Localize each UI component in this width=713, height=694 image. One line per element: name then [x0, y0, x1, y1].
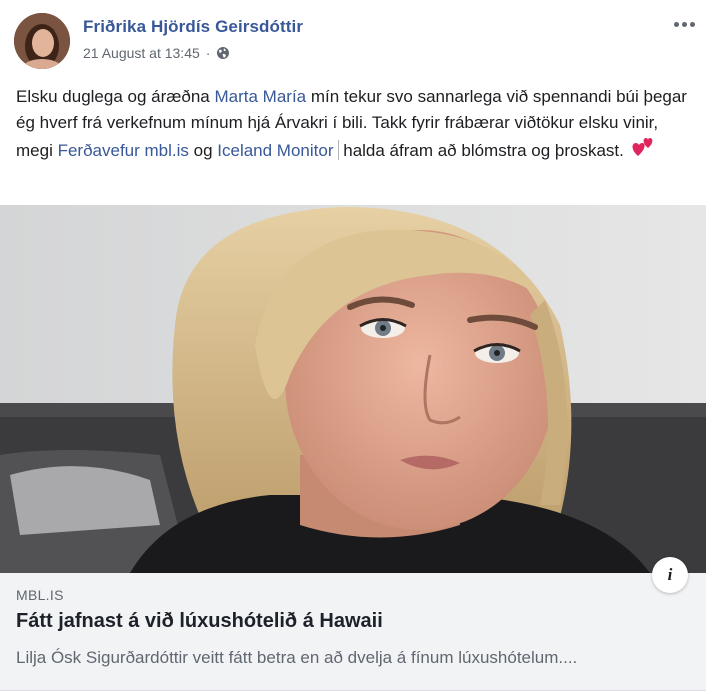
- more-options-button[interactable]: [668, 12, 700, 36]
- post-timestamp[interactable]: 21 August at 13:45: [83, 45, 200, 61]
- info-icon: i: [667, 565, 673, 584]
- preview-description: Lilja Ósk Sigurðardóttir veitt fátt betr…: [16, 648, 578, 667]
- post-meta: 21 August at 13:45 ·: [83, 45, 230, 61]
- text-caret: [337, 140, 339, 160]
- avatar-photo: [14, 13, 70, 69]
- meta-separator: ·: [205, 45, 211, 61]
- info-button[interactable]: i: [652, 557, 688, 593]
- mention-marta-maria[interactable]: Marta María: [214, 87, 306, 106]
- mention-iceland-monitor[interactable]: Iceland Monitor: [217, 141, 333, 160]
- more-dot-icon: [681, 21, 687, 27]
- post-text-segment: halda áfram að blómstra og þroskast.: [343, 141, 624, 160]
- more-dot-icon: [673, 21, 679, 27]
- facebook-post: Friðrika Hjördís Geirsdóttir 21 August a…: [0, 0, 713, 694]
- preview-headline[interactable]: Fátt jafnast á við lúxushótelið á Hawaii: [16, 610, 383, 633]
- author-avatar[interactable]: [14, 13, 70, 69]
- more-dot-icon: [689, 21, 695, 27]
- portrait-photo: [0, 205, 706, 573]
- preview-source: MBL.IS: [16, 587, 64, 603]
- mention-ferdavefur[interactable]: Ferðavefur mbl.is: [58, 141, 189, 160]
- link-preview[interactable]: MBL.IS Fátt jafnast á við lúxushótelið á…: [0, 573, 706, 691]
- two-hearts-icon: [632, 138, 653, 156]
- post-text-segment: og: [188, 141, 218, 160]
- author-name[interactable]: Friðrika Hjördís Geirsdóttir: [83, 17, 303, 37]
- post-text-segment: Elsku duglega og áræðna: [16, 87, 215, 106]
- post-image[interactable]: [0, 205, 706, 573]
- post-text: Elsku duglega og áræðna Marta María mín …: [16, 84, 691, 164]
- page-edge: [706, 205, 713, 694]
- globe-icon[interactable]: [216, 46, 230, 60]
